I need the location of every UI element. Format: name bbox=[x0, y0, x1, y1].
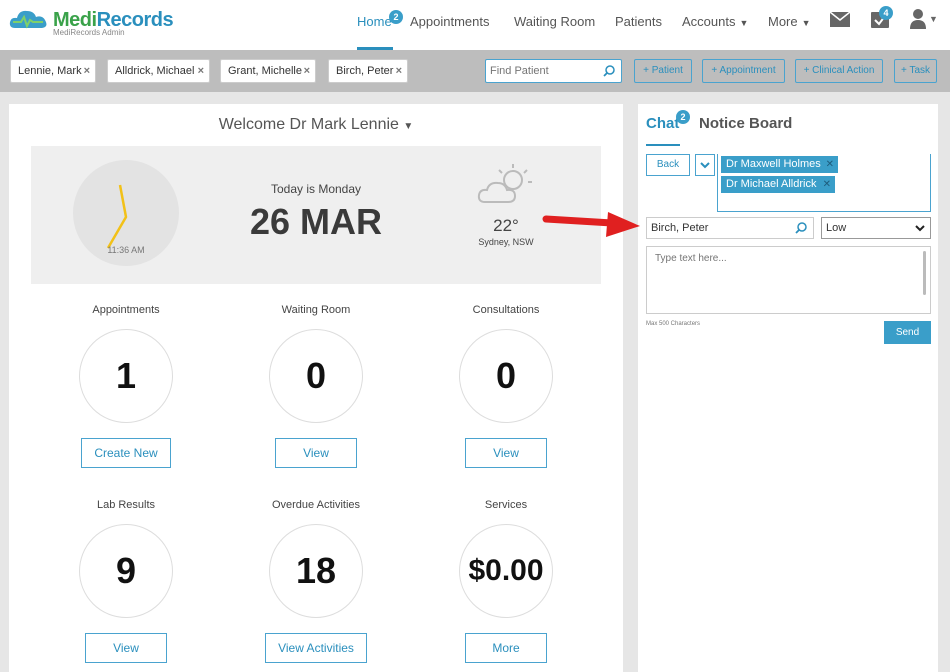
patient-tab[interactable]: Lennie, Mark × bbox=[10, 59, 96, 83]
temperature: 22° bbox=[493, 216, 519, 235]
nav-accounts[interactable]: Accounts ▼ bbox=[682, 0, 748, 50]
chevron-down-icon[interactable]: ▼ bbox=[929, 14, 938, 24]
priority-select[interactable]: Low bbox=[821, 217, 931, 239]
create-new-appointment-button[interactable]: Create New bbox=[81, 438, 171, 468]
appointments-count: 1 bbox=[79, 329, 173, 423]
user-icon[interactable] bbox=[910, 9, 926, 29]
stat-title: Overdue Activities bbox=[271, 499, 361, 511]
chevron-down-icon: ▼ bbox=[403, 121, 414, 132]
send-button[interactable]: Send bbox=[884, 321, 931, 344]
recipients-box[interactable]: Dr Maxwell Holmes ✕ Dr Michael Alldrick ✕ bbox=[717, 154, 931, 212]
add-patient-button[interactable]: + Patient bbox=[634, 59, 692, 83]
clock: 11:36 AM bbox=[73, 160, 179, 266]
nav-patients[interactable]: Patients bbox=[615, 0, 662, 50]
today-label: Today is Monday bbox=[270, 182, 362, 196]
nav-waiting-room[interactable]: Waiting Room bbox=[514, 0, 595, 50]
view-consultations-button[interactable]: View bbox=[465, 438, 547, 468]
clock-time: 11:36 AM bbox=[107, 245, 145, 255]
close-icon[interactable]: × bbox=[304, 60, 310, 82]
dashboard-panel: Welcome Dr Mark Lennie ▼ 11:36 AM Today … bbox=[9, 104, 623, 672]
stat-title: Appointments bbox=[92, 304, 160, 316]
services-amount: $0.00 bbox=[459, 524, 553, 618]
find-patient-box bbox=[485, 59, 622, 83]
tab-chat-underline bbox=[646, 144, 680, 146]
add-clinical-action-button[interactable]: + Clinical Action bbox=[795, 59, 883, 83]
search-icon[interactable] bbox=[603, 65, 615, 77]
patient-tab[interactable]: Birch, Peter × bbox=[328, 59, 408, 83]
date-weather-box: 11:36 AM Today is Monday 26 MAR 22° Sydn… bbox=[31, 146, 601, 284]
message-input[interactable] bbox=[647, 247, 930, 313]
logo-subtitle: MediRecords Admin bbox=[53, 28, 125, 37]
mail-icon[interactable] bbox=[830, 12, 850, 27]
top-header: MediRecords MediRecords Admin Home 2 App… bbox=[0, 0, 950, 50]
weather-location: Sydney, NSW bbox=[478, 237, 534, 247]
waiting-room-count: 0 bbox=[269, 329, 363, 423]
max-characters-note: Max 500 Characters bbox=[646, 321, 701, 327]
view-lab-results-button[interactable]: View bbox=[85, 633, 167, 663]
message-box bbox=[646, 246, 931, 314]
add-task-button[interactable]: + Task bbox=[894, 59, 937, 83]
nav-home[interactable]: Home bbox=[357, 0, 392, 50]
nav-more[interactable]: More ▼ bbox=[768, 0, 811, 50]
chevron-down-icon: ▼ bbox=[801, 18, 811, 28]
find-patient-input[interactable] bbox=[486, 60, 596, 82]
close-icon[interactable]: × bbox=[198, 60, 204, 82]
search-icon[interactable] bbox=[795, 222, 807, 234]
stat-title: Lab Results bbox=[96, 499, 156, 511]
tab-notice-board[interactable]: Notice Board bbox=[699, 115, 792, 132]
message-scrollbar[interactable] bbox=[923, 251, 926, 295]
patient-tab[interactable]: Alldrick, Michael × bbox=[107, 59, 210, 83]
home-badge: 2 bbox=[389, 10, 403, 24]
view-activities-button[interactable]: View Activities bbox=[265, 633, 367, 663]
overdue-activities-count: 18 bbox=[269, 524, 363, 618]
welcome-heading[interactable]: Welcome Dr Mark Lennie ▼ bbox=[9, 116, 623, 134]
close-icon[interactable]: × bbox=[396, 60, 402, 82]
date-display: 26 MAR bbox=[249, 201, 383, 242]
chat-panel: Chat 2 Notice Board Back Dr Maxwell Holm… bbox=[638, 104, 938, 672]
stat-title: Services bbox=[484, 499, 528, 511]
close-icon[interactable]: ✕ bbox=[826, 156, 834, 173]
chat-badge: 2 bbox=[676, 110, 690, 124]
partly-cloudy-icon bbox=[477, 164, 532, 203]
tab-chat[interactable]: Chat bbox=[646, 115, 679, 132]
chat-patient-field[interactable]: Birch, Peter bbox=[646, 217, 814, 239]
patient-tab[interactable]: Grant, Michelle × bbox=[220, 59, 316, 83]
lab-results-count: 9 bbox=[79, 524, 173, 618]
cloud-logo-icon bbox=[9, 10, 47, 29]
patient-tabs-bar: Lennie, Mark × Alldrick, Michael × Grant, … bbox=[0, 50, 950, 92]
recipient-tag: Dr Maxwell Holmes ✕ bbox=[721, 156, 838, 173]
chevron-down-icon bbox=[700, 162, 710, 169]
tasks-badge: 4 bbox=[879, 6, 893, 20]
recipient-dropdown-button[interactable] bbox=[695, 154, 715, 176]
back-button[interactable]: Back bbox=[646, 154, 690, 176]
stat-title: Waiting Room bbox=[281, 304, 351, 316]
more-services-button[interactable]: More bbox=[465, 633, 547, 663]
add-appointment-button[interactable]: + Appointment bbox=[702, 59, 785, 83]
nav-appointments[interactable]: Appointments bbox=[410, 0, 490, 50]
chevron-down-icon: ▼ bbox=[739, 18, 749, 28]
chevron-down-icon bbox=[915, 225, 925, 232]
consultations-count: 0 bbox=[459, 329, 553, 423]
view-waiting-room-button[interactable]: View bbox=[275, 438, 357, 468]
recipient-tag: Dr Michael Alldrick ✕ bbox=[721, 176, 835, 193]
stat-title: Consultations bbox=[472, 304, 540, 316]
close-icon[interactable]: × bbox=[84, 60, 90, 82]
red-arrow-icon bbox=[542, 212, 640, 237]
close-icon[interactable]: ✕ bbox=[823, 176, 831, 193]
